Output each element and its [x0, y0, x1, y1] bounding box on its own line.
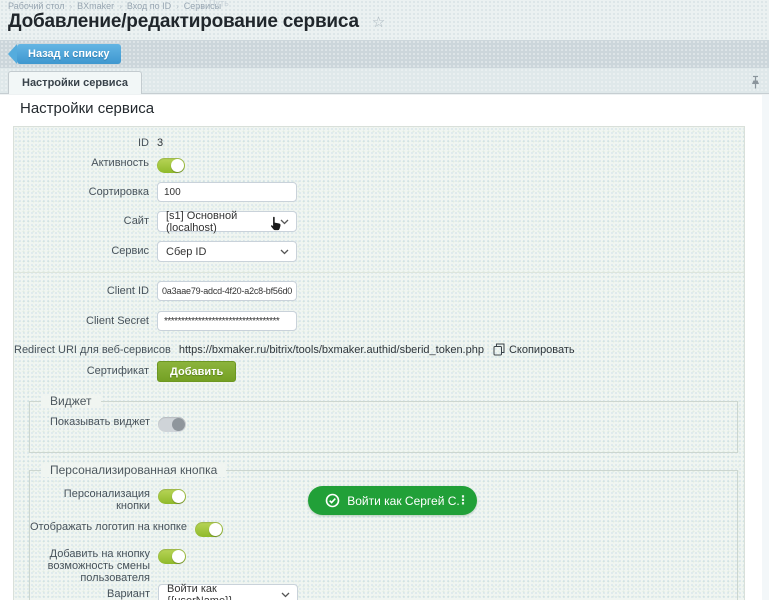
allow-change-user-label: Добавить на кнопку возможность смены пол… — [30, 547, 158, 584]
section-heading: Настройки сервиса — [20, 100, 154, 117]
form-divider — [14, 272, 744, 273]
site-select-value: [s1] Основной (localhost) — [166, 210, 274, 234]
widget-section-legend: Виджет — [41, 395, 101, 408]
copy-button[interactable]: Скопировать — [493, 343, 575, 356]
redirect-uri-label: Redirect URI для веб-сервисов — [14, 340, 179, 356]
favorite-star-icon[interactable]: ☆ — [372, 15, 385, 30]
pin-icon[interactable] — [750, 75, 761, 94]
sort-input[interactable] — [157, 182, 297, 202]
form-row-activity: Активность — [14, 156, 744, 173]
client-id-label: Client ID — [14, 281, 157, 297]
service-select[interactable]: Сбер ID — [157, 241, 297, 262]
breadcrumb: Рабочий стол›BXmaker›Вход по ID›Сервисы — [8, 1, 221, 11]
toolbar: Назад к списку — [0, 40, 769, 68]
id-label: ID — [14, 133, 157, 149]
kebab-menu-icon[interactable]: ⋮ — [457, 493, 469, 508]
sber-logo-icon — [325, 493, 340, 508]
id-value: 3 — [157, 133, 163, 149]
certificate-add-button[interactable]: Добавить — [157, 361, 236, 382]
text-variant-label: Вариант отображаемого текста на кнопке — [30, 584, 158, 600]
form-row-text-variant: Вариант отображаемого текста на кнопке В… — [30, 584, 737, 600]
client-id-input[interactable] — [157, 281, 297, 301]
site-label: Сайт — [14, 211, 157, 227]
client-secret-label: Client Secret — [14, 311, 157, 327]
main-content: Настройки сервиса ID 3 Активность Сортир… — [0, 94, 769, 600]
redirect-uri-value: https://bxmaker.ru/bitrix/tools/bxmaker.… — [179, 344, 484, 356]
tab-service-settings[interactable]: Настройки сервиса — [8, 71, 142, 94]
sort-label: Сортировка — [14, 182, 157, 198]
breadcrumb-separator: › — [119, 2, 122, 11]
copy-path-button[interactable]: Путь — [196, 0, 229, 8]
chevron-down-icon — [281, 592, 290, 598]
form-row-sort: Сортировка — [14, 182, 744, 202]
chevron-down-icon — [280, 249, 289, 255]
service-label: Сервис — [14, 241, 157, 257]
form-row-client-secret: Client Secret — [14, 311, 744, 331]
right-edge-strip — [762, 95, 769, 600]
copy-icon — [493, 343, 505, 356]
activity-toggle[interactable] — [157, 158, 185, 173]
form-row-client-id: Client ID — [14, 281, 744, 301]
form-row-id: ID 3 — [14, 133, 744, 149]
activity-label: Активность — [14, 156, 157, 169]
personalization-toggle[interactable] — [158, 489, 186, 504]
page-header: Рабочий стол›BXmaker›Вход по ID›Сервисы … — [0, 0, 769, 40]
personalized-button-legend: Персонализированная кнопка — [41, 464, 226, 477]
path-label: Путь — [209, 0, 229, 8]
back-to-list-button[interactable]: Назад к списку — [17, 44, 121, 64]
allow-change-user-toggle[interactable] — [158, 549, 186, 564]
path-icon — [196, 0, 205, 8]
service-select-value: Сбер ID — [166, 246, 206, 258]
copy-label: Скопировать — [509, 344, 575, 356]
breadcrumb-separator: › — [176, 2, 179, 11]
breadcrumb-item-login-by-id[interactable]: Вход по ID — [127, 1, 171, 11]
form-row-site: Сайт [s1] Основной (localhost) — [14, 211, 744, 232]
show-widget-toggle[interactable] — [158, 417, 186, 432]
certificate-label: Сертификат — [14, 361, 157, 377]
form-row-show-logo: Отображать логотип на кнопке — [30, 520, 737, 537]
show-logo-label: Отображать логотип на кнопке — [30, 520, 195, 533]
sber-preview-label: Войти как Сергей С. — [347, 494, 460, 508]
sber-login-preview-button[interactable]: Войти как Сергей С. ⋮ — [308, 486, 477, 515]
personalized-button-section: Персонализированная кнопка Персонализаци… — [29, 470, 738, 600]
breadcrumb-item-desktop[interactable]: Рабочий стол — [8, 1, 65, 11]
page-title: Добавление/редактирование сервиса — [8, 11, 359, 33]
form-row-allow-change-user: Добавить на кнопку возможность смены пол… — [30, 547, 737, 584]
tab-strip: Настройки сервиса — [0, 68, 769, 94]
widget-section: Виджет Показывать виджет — [29, 401, 738, 453]
mouse-hand-cursor — [269, 215, 283, 232]
text-variant-select[interactable]: Войти как {{userName}} — [158, 584, 298, 600]
settings-form: ID 3 Активность Сортировка Сайт [s1] Осн… — [13, 126, 745, 600]
breadcrumb-separator: › — [70, 2, 73, 11]
show-logo-toggle[interactable] — [195, 522, 223, 537]
client-secret-input[interactable] — [157, 311, 297, 331]
form-row-show-widget: Показывать виджет — [30, 415, 737, 432]
form-row-service: Сервис Сбер ID — [14, 241, 744, 262]
form-row-redirect-uri: Redirect URI для веб-сервисов https://bx… — [14, 340, 744, 356]
form-row-certificate: Сертификат Добавить — [14, 361, 744, 382]
text-variant-select-value: Войти как {{userName}} — [167, 583, 275, 600]
breadcrumb-item-bxmaker[interactable]: BXmaker — [77, 1, 114, 11]
show-widget-label: Показывать виджет — [30, 415, 158, 428]
personalization-label: Персонализация кнопки — [30, 487, 158, 512]
page: Рабочий стол›BXmaker›Вход по ID›Сервисы … — [0, 0, 769, 600]
site-select[interactable]: [s1] Основной (localhost) — [157, 211, 297, 232]
